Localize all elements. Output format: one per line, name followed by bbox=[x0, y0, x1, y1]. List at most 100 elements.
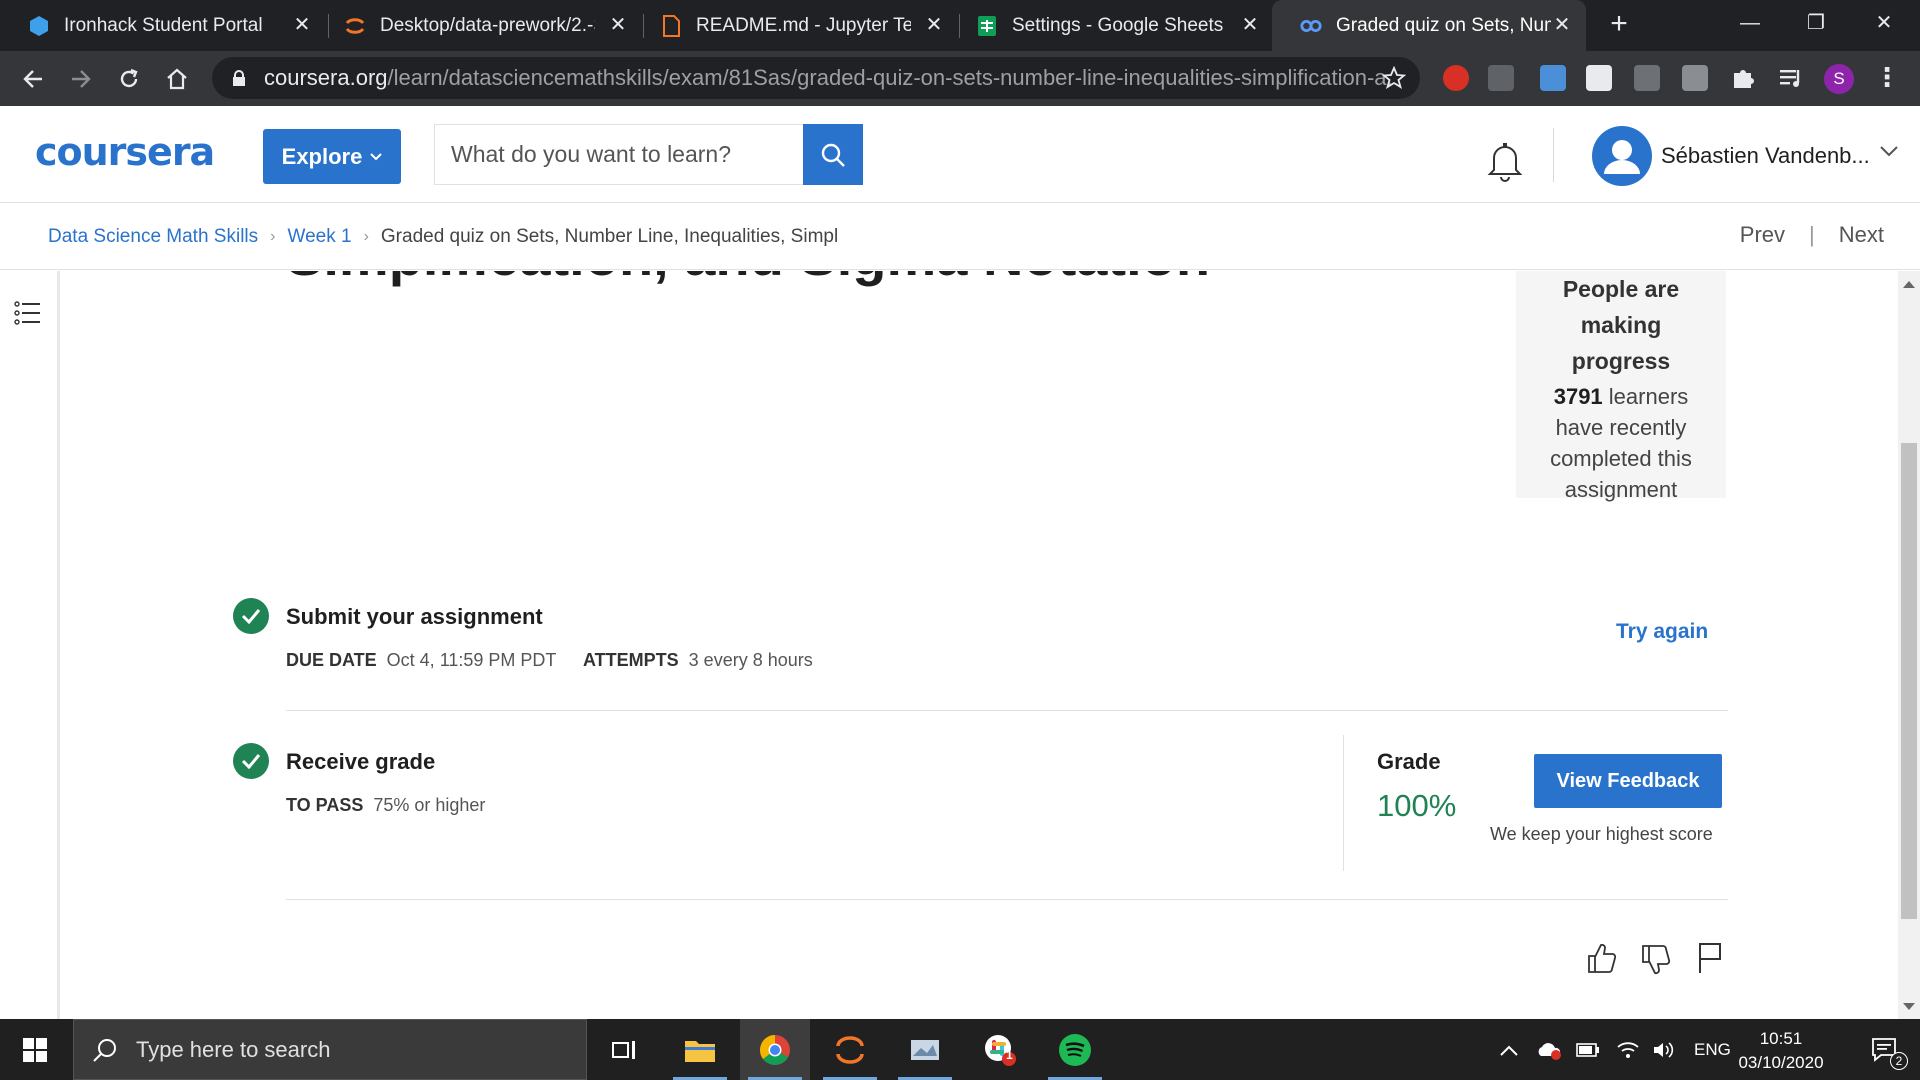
wifi-icon[interactable] bbox=[1616, 1040, 1640, 1060]
close-window-button[interactable]: ✕ bbox=[1864, 8, 1904, 38]
taskbar-clock[interactable]: 10:51 03/10/2020 bbox=[1720, 1027, 1842, 1075]
media-extension-icon[interactable] bbox=[1586, 65, 1612, 91]
adblock-extension-icon[interactable] bbox=[1443, 65, 1469, 91]
app-taskbar-button[interactable] bbox=[890, 1019, 960, 1080]
home-icon bbox=[167, 68, 187, 90]
page-title: Simplification, and Sigma Notation bbox=[286, 271, 1210, 288]
clock-date: 03/10/2020 bbox=[1738, 1053, 1824, 1072]
view-feedback-button[interactable]: View Feedback bbox=[1534, 754, 1722, 808]
jupyter-icon bbox=[836, 1035, 864, 1064]
puzzle-extensions-icon[interactable] bbox=[1730, 65, 1756, 91]
divider: | bbox=[1809, 222, 1815, 247]
task-view-button[interactable] bbox=[589, 1019, 659, 1080]
tab-ironhack[interactable]: Ironhack Student Portal ✕ bbox=[0, 0, 326, 51]
home-button[interactable] bbox=[160, 62, 194, 96]
breadcrumb: Data Science Math Skills › Week 1 › Grad… bbox=[0, 204, 1920, 270]
grade-label: Grade bbox=[1377, 749, 1441, 774]
tab-title: Settings - Google Sheets bbox=[1012, 14, 1224, 36]
spotify-taskbar-button[interactable] bbox=[1040, 1019, 1110, 1080]
slack-taskbar-button[interactable]: 1 bbox=[965, 1019, 1035, 1080]
css-extension-icon[interactable] bbox=[1488, 65, 1514, 91]
chrome-icon bbox=[760, 1034, 790, 1065]
windows-logo-icon bbox=[23, 1037, 47, 1062]
new-tab-button[interactable]: + bbox=[1603, 9, 1635, 41]
progress-card: People are making progress 3791 learners… bbox=[1516, 271, 1726, 502]
coursera-logo[interactable]: coursera bbox=[35, 130, 215, 174]
close-tab-icon[interactable]: ✕ bbox=[290, 13, 314, 37]
calendar-extension-icon[interactable] bbox=[1540, 65, 1566, 91]
close-tab-icon[interactable]: ✕ bbox=[606, 13, 630, 37]
minimize-window-button[interactable]: — bbox=[1730, 8, 1770, 38]
tab-jupyter-desktop[interactable]: Desktop/data-prework/2.-S ✕ bbox=[316, 0, 642, 51]
scrollbar-thumb[interactable] bbox=[1901, 443, 1917, 919]
try-again-link[interactable]: Try again bbox=[1616, 620, 1708, 644]
start-button[interactable] bbox=[0, 1019, 70, 1080]
notification-bell-icon[interactable] bbox=[1486, 140, 1524, 182]
file-explorer-button[interactable] bbox=[665, 1019, 735, 1080]
slack-badge: 1 bbox=[1006, 1048, 1013, 1062]
chevron-right-icon: › bbox=[270, 227, 276, 245]
chevron-up-icon[interactable] bbox=[1500, 1044, 1518, 1056]
thumbs-up-icon[interactable] bbox=[1586, 941, 1618, 975]
section-divider bbox=[286, 899, 1728, 900]
close-tab-icon[interactable]: ✕ bbox=[1550, 13, 1574, 37]
arrow-left-icon bbox=[23, 70, 42, 88]
volume-icon[interactable] bbox=[1652, 1040, 1676, 1060]
taskbar-search[interactable]: Type here to search bbox=[73, 1019, 587, 1080]
battery-icon[interactable] bbox=[1576, 1042, 1600, 1057]
explore-button[interactable]: Explore bbox=[263, 129, 401, 184]
close-tab-icon[interactable]: ✕ bbox=[922, 13, 946, 37]
tab-coursera-active[interactable]: Graded quiz on Sets, Numb ✕ bbox=[1272, 0, 1586, 51]
facebook-extension-icon[interactable] bbox=[1634, 65, 1660, 91]
prev-link[interactable]: Prev bbox=[1740, 222, 1785, 248]
page-scrollbar[interactable] bbox=[1898, 271, 1920, 1019]
tab-title: Desktop/data-prework/2.-S bbox=[380, 14, 595, 36]
coursera-favicon-icon bbox=[1300, 15, 1322, 37]
jupyter-taskbar-button[interactable] bbox=[815, 1019, 885, 1080]
forward-button[interactable] bbox=[64, 62, 98, 96]
bookmark-star-icon[interactable] bbox=[1382, 66, 1406, 90]
file-favicon-icon bbox=[660, 14, 682, 37]
user-name[interactable]: Sébastien Vandenb... bbox=[1661, 143, 1870, 169]
course-outline-rail bbox=[0, 271, 60, 1019]
search-input[interactable] bbox=[451, 141, 791, 168]
section-divider bbox=[286, 710, 1728, 711]
flag-icon[interactable] bbox=[1694, 941, 1726, 975]
outline-menu-icon[interactable] bbox=[14, 299, 42, 327]
windows-taskbar: Type here to search 1 ENG 10:51 03/10/20… bbox=[0, 1019, 1920, 1080]
progress-text: 3791 learners have recently completed th… bbox=[1550, 384, 1692, 502]
restore-window-button[interactable]: ❐ bbox=[1796, 8, 1836, 38]
chrome-taskbar-button[interactable] bbox=[740, 1019, 810, 1080]
explore-label: Explore bbox=[281, 143, 363, 169]
breadcrumb-course-link[interactable]: Data Science Math Skills bbox=[48, 226, 258, 248]
thumbs-down-icon[interactable] bbox=[1640, 943, 1672, 977]
action-center-button[interactable]: 2 bbox=[1850, 1019, 1920, 1080]
close-tab-icon[interactable]: ✕ bbox=[1238, 13, 1262, 37]
onedrive-icon[interactable] bbox=[1536, 1040, 1562, 1060]
tab-google-sheets[interactable]: Settings - Google Sheets ✕ bbox=[948, 0, 1274, 51]
scroll-up-arrow-icon[interactable] bbox=[1903, 281, 1915, 288]
tab-readme[interactable]: README.md - Jupyter Text E ✕ bbox=[632, 0, 958, 51]
grade-value: 100% bbox=[1377, 788, 1457, 823]
breadcrumb-week-link[interactable]: Week 1 bbox=[287, 226, 351, 248]
lock-icon bbox=[233, 70, 245, 86]
profile-avatar[interactable]: S bbox=[1824, 64, 1854, 94]
scroll-down-arrow-icon[interactable] bbox=[1903, 1003, 1915, 1010]
pass-threshold: TO PASS 75% or higher bbox=[286, 795, 486, 815]
media-queue-icon[interactable] bbox=[1778, 65, 1804, 91]
next-link[interactable]: Next bbox=[1839, 222, 1884, 248]
search-button[interactable] bbox=[803, 124, 863, 185]
reload-button[interactable] bbox=[112, 62, 146, 96]
tab-title: Graded quiz on Sets, Numb bbox=[1336, 14, 1551, 36]
search-icon bbox=[93, 1038, 116, 1062]
header-divider bbox=[1553, 128, 1554, 182]
search-icon bbox=[821, 143, 845, 167]
chevron-right-icon: › bbox=[363, 227, 369, 245]
due-date: DUE DATE Oct 4, 11:59 PM PDT bbox=[286, 650, 557, 670]
chevron-down-icon[interactable] bbox=[1880, 146, 1898, 158]
translate-extension-icon[interactable] bbox=[1682, 65, 1708, 91]
address-bar[interactable]: coursera.org/learn/datasciencemathskills… bbox=[212, 57, 1420, 99]
browser-menu-icon[interactable]: ⋮ bbox=[1874, 64, 1900, 91]
user-avatar[interactable] bbox=[1592, 126, 1652, 186]
back-button[interactable] bbox=[16, 62, 50, 96]
